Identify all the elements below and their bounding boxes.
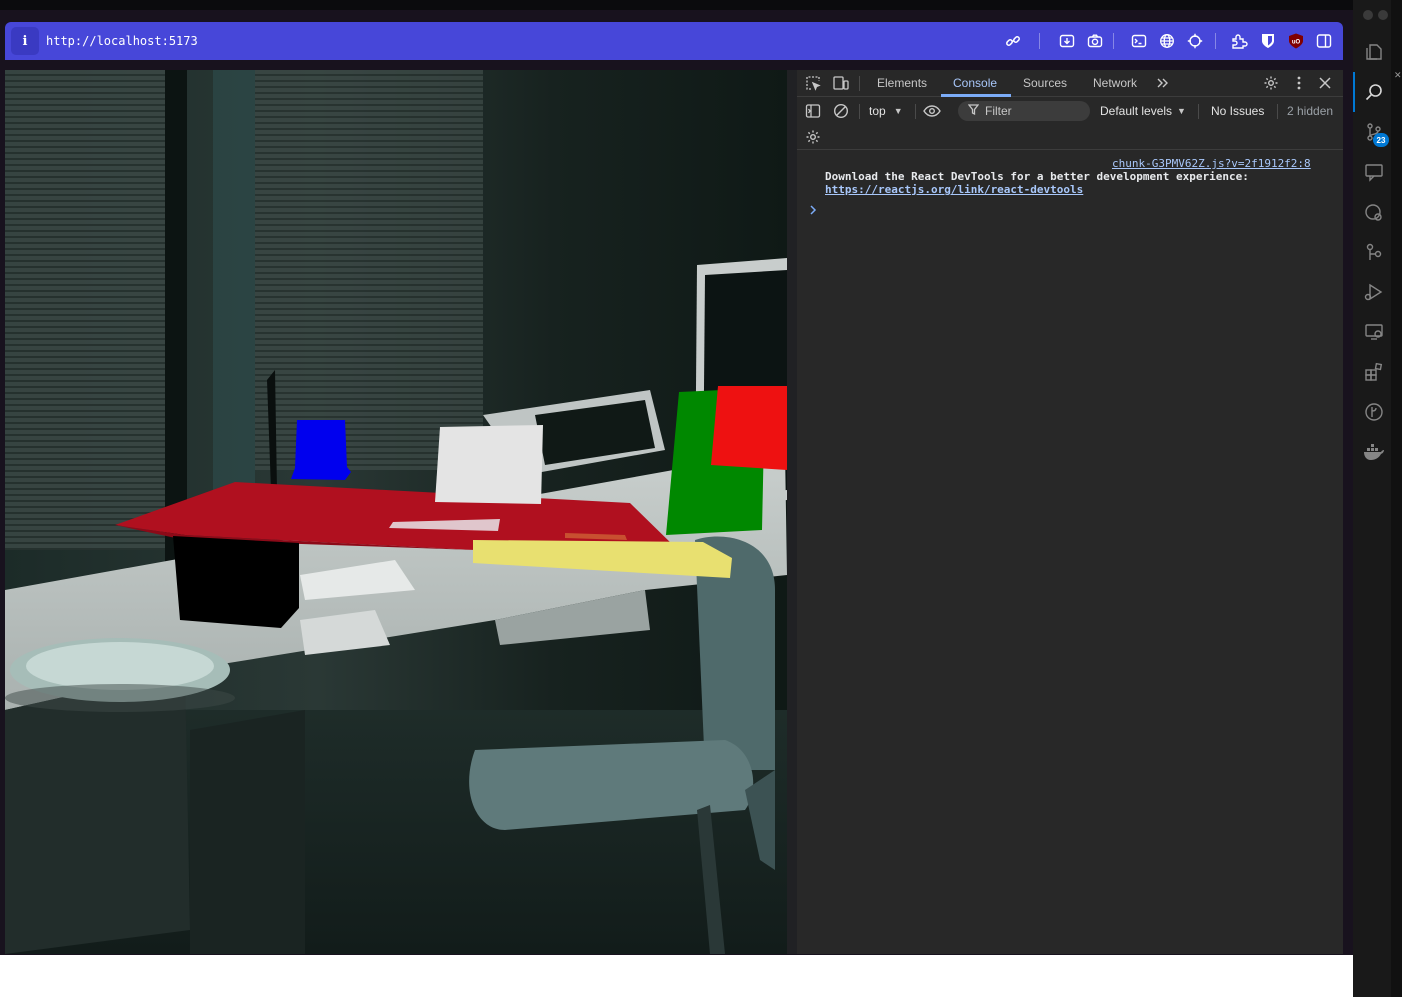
svg-text:uO: uO (1292, 40, 1301, 46)
dropdown-arrow-icon: ▼ (1177, 106, 1186, 116)
device-toolbar-icon[interactable] (832, 74, 850, 92)
window-top-strip (0, 0, 1353, 10)
ublock-icon[interactable]: uO (1286, 31, 1306, 51)
editor-edge-panel: ✕ (1391, 0, 1402, 997)
context-label: top (869, 104, 886, 118)
window-blinds-left (5, 70, 165, 550)
terminal-icon[interactable] (1129, 31, 1149, 51)
remote-explorer-icon[interactable] (1363, 321, 1385, 343)
remote-icon[interactable] (1363, 201, 1385, 223)
tab-network[interactable]: Network (1093, 70, 1137, 97)
console-settings-gear-icon[interactable] (804, 128, 822, 146)
clear-console-icon[interactable] (832, 102, 850, 120)
settings-gear-icon[interactable] (1262, 74, 1280, 92)
devtools-tabbar: Elements Console Sources Network (797, 70, 1343, 97)
log-levels-dropdown[interactable]: Default levels ▼ (1100, 98, 1186, 125)
comments-icon[interactable] (1363, 161, 1385, 183)
wall-panel (213, 70, 255, 530)
page-viewport-3d-scene[interactable] (5, 70, 787, 954)
tab-elements[interactable]: Elements (877, 70, 927, 97)
git-graph-icon[interactable] (1363, 401, 1385, 423)
url-text[interactable]: http://localhost:5173 (46, 34, 198, 48)
prompt-chevron-icon (810, 205, 817, 215)
globe-icon[interactable] (1157, 31, 1177, 51)
window-control-dot[interactable] (1363, 10, 1373, 20)
split-view-icon[interactable] (1314, 31, 1334, 51)
inspect-element-icon[interactable] (804, 74, 822, 92)
dropdown-arrow-icon: ▼ (893, 106, 903, 116)
white-box[interactable] (435, 425, 543, 504)
toolbar-separator (1113, 33, 1114, 49)
info-icon: i (22, 33, 28, 49)
save-page-icon[interactable] (1057, 31, 1077, 51)
scene-canvas[interactable] (5, 70, 787, 954)
context-selector[interactable]: top ▼ (869, 98, 903, 125)
docker-icon[interactable] (1363, 441, 1385, 463)
crosshair-icon[interactable] (1185, 31, 1205, 51)
bitwarden-icon[interactable] (1258, 31, 1278, 51)
window-blinds-center (255, 70, 483, 470)
filter-placeholder: Filter (985, 104, 1012, 118)
camera-icon[interactable] (1085, 31, 1105, 51)
explorer-icon[interactable] (1363, 41, 1385, 63)
toolbar-separator (859, 104, 860, 119)
browser-window: i http://localhost:5173 uO Elements Cons… (0, 10, 1353, 955)
hidden-count: 2 hidden (1287, 104, 1334, 118)
tab-sources[interactable]: Sources (1023, 70, 1067, 97)
link-icon[interactable] (1003, 31, 1023, 51)
active-tab-indicator (941, 94, 1011, 97)
black-box[interactable] (173, 536, 299, 628)
more-tabs-icon[interactable] (1154, 74, 1172, 92)
wall-pillar (165, 70, 187, 570)
toolbar-separator (1039, 33, 1040, 49)
console-message-link[interactable]: https://reactjs.org/link/react-devtools (825, 183, 1083, 196)
console-filter-input[interactable]: Filter (958, 101, 1090, 121)
active-indicator (1353, 72, 1355, 112)
site-info-button[interactable]: i (11, 27, 39, 55)
window-control-dot[interactable] (1378, 10, 1388, 20)
console-toolbar: top ▼ Filter Default levels ▼ No Issues … (797, 98, 1343, 125)
ashtray-shadow (5, 684, 235, 712)
live-expression-eye-icon[interactable] (923, 102, 941, 120)
desk-leg (190, 710, 305, 954)
blue-cup[interactable] (291, 420, 351, 480)
tab-console[interactable]: Console (953, 70, 997, 97)
toolbar-separator (1277, 104, 1278, 119)
split-divider[interactable] (787, 70, 797, 954)
sidebar-toggle-icon[interactable] (804, 102, 822, 120)
console-toolbar-secondary (797, 125, 1343, 150)
red-panel[interactable] (711, 386, 787, 470)
ashtray-inner (26, 642, 214, 690)
run-debug-icon[interactable] (1363, 281, 1385, 303)
close-devtools-icon[interactable] (1316, 74, 1334, 92)
desk-drawer-left (5, 670, 190, 954)
toolbar-separator (1215, 33, 1216, 49)
kebab-menu-icon[interactable] (1290, 74, 1308, 92)
extensions-icon[interactable] (1230, 31, 1250, 51)
console-source-link[interactable]: chunk-G3PMV62Z.js?v=2f1912f2:8 (1112, 157, 1311, 170)
toolbar-separator (915, 104, 916, 119)
panel-close-icon[interactable]: ✕ (1394, 70, 1402, 81)
console-prompt[interactable] (809, 204, 817, 218)
extensions-tree-icon[interactable] (1363, 241, 1385, 263)
extensions-icon[interactable] (1363, 361, 1385, 383)
source-control-badge: 23 (1373, 133, 1389, 147)
toolbar-separator (1198, 104, 1199, 119)
devtools-panel: Elements Console Sources Network top ▼ F… (797, 70, 1343, 954)
address-bar[interactable]: i http://localhost:5173 uO (5, 22, 1343, 60)
console-message-text: Download the React DevTools for a better… (825, 170, 1249, 183)
search-icon[interactable] (1363, 81, 1385, 103)
filter-icon (967, 104, 980, 118)
log-levels-label: Default levels (1100, 104, 1173, 118)
issues-counter[interactable]: No Issues (1211, 98, 1264, 125)
tab-separator (859, 76, 860, 91)
